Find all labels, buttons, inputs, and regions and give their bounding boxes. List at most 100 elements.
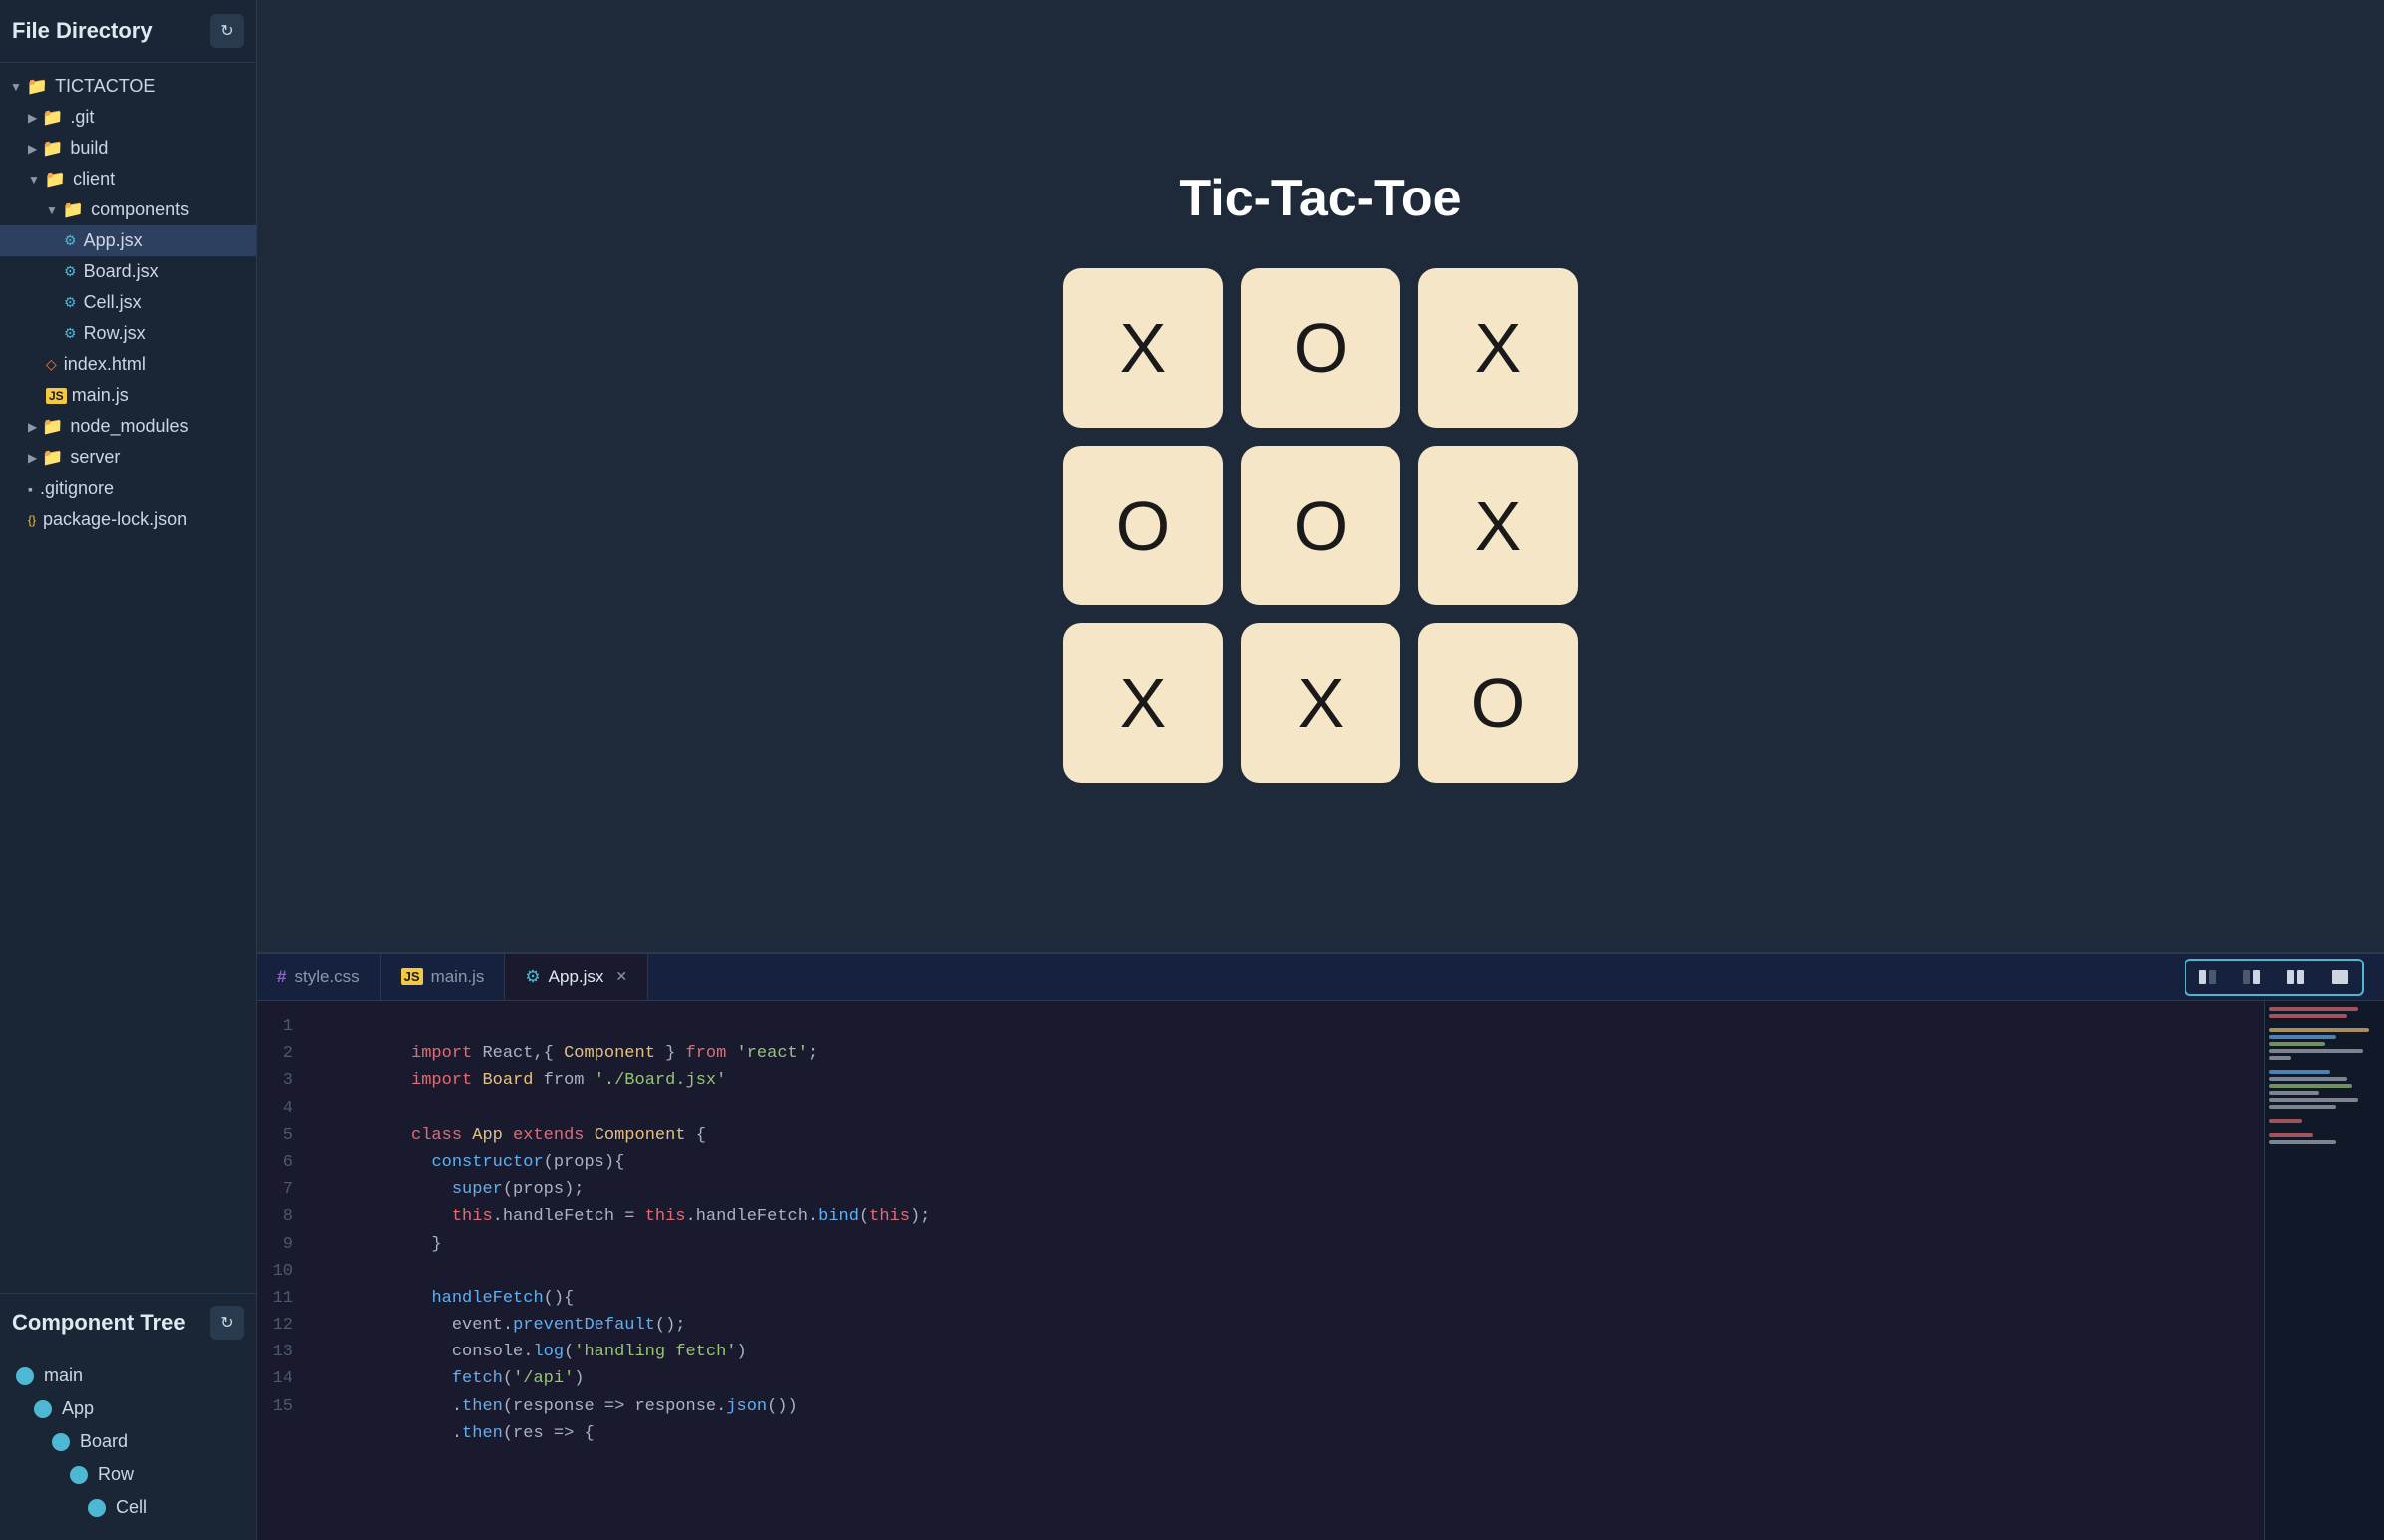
jsx-file-icon: ⚙ — [64, 294, 77, 311]
comp-label-board: Board — [80, 1431, 128, 1452]
tree-item-app-jsx[interactable]: ⚙ App.jsx — [0, 225, 256, 256]
code-content: 12345 678910 1112131415 import React,{ C… — [257, 1001, 2384, 1540]
jsx-tab-icon: ⚙ — [525, 967, 540, 987]
tree-item-node-modules[interactable]: ▶ 📁 node_modules — [0, 411, 256, 442]
tree-item-client[interactable]: ▼ 📁 client — [0, 164, 256, 194]
js-file-icon: JS — [46, 388, 67, 404]
comp-node-app[interactable]: App — [0, 1392, 256, 1425]
code-line-4: class App extends Component { — [309, 1095, 2264, 1122]
split-both-icon — [2286, 969, 2306, 985]
comp-label-main: main — [44, 1365, 83, 1386]
tree-item-git[interactable]: ▶ 📁 .git — [0, 102, 256, 133]
comp-dot-main — [16, 1367, 34, 1385]
game-cell-1-2[interactable]: X — [1418, 446, 1578, 605]
jsx-file-icon: ⚙ — [64, 325, 77, 342]
file-directory-header: File Directory ↻ — [0, 0, 256, 63]
tree-item-label: build — [70, 138, 108, 159]
tree-item-label: main.js — [72, 385, 129, 406]
tab-label-app-jsx: App.jsx — [549, 967, 604, 987]
game-cell-0-2[interactable]: X — [1418, 268, 1578, 428]
code-line-9 — [309, 1231, 2264, 1258]
folder-icon: 📁 — [42, 417, 63, 437]
chevron-icon: ▶ — [28, 142, 37, 156]
comp-label-cell: Cell — [116, 1497, 147, 1518]
code-minimap — [2264, 1001, 2384, 1540]
chevron-icon: ▶ — [28, 420, 37, 434]
component-tree-header: Component Tree ↻ — [0, 1294, 256, 1351]
tab-style-css[interactable]: # style.css — [257, 954, 381, 1000]
comp-node-cell[interactable]: Cell — [0, 1491, 256, 1524]
code-line-7: this.handleFetch = this.handleFetch.bind… — [309, 1176, 2264, 1203]
comp-node-board[interactable]: Board — [0, 1425, 256, 1458]
css-tab-icon: # — [277, 967, 286, 987]
view-split-left-button[interactable] — [2186, 961, 2230, 994]
tree-item-gitignore[interactable]: ▪ .gitignore — [0, 473, 256, 504]
game-board: X O X O O X X X O — [1063, 268, 1578, 783]
tab-label-style-css: style.css — [294, 967, 359, 987]
view-split-right-button[interactable] — [2230, 961, 2274, 994]
json-file-icon: {} — [28, 513, 36, 527]
split-right-icon — [2242, 969, 2262, 985]
code-editor-body[interactable]: import React,{ Component } from 'react';… — [309, 1001, 2264, 1540]
tree-item-label: package-lock.json — [43, 509, 187, 530]
editor-tabs: # style.css JS main.js ⚙ App.jsx ✕ — [257, 954, 2384, 1001]
component-tree: main App Board Row Cell — [0, 1351, 256, 1540]
comp-dot-board — [52, 1433, 70, 1451]
file-directory-refresh-button[interactable]: ↻ — [210, 14, 244, 48]
line-numbers: 12345 678910 1112131415 — [257, 1001, 309, 1540]
comp-node-row[interactable]: Row — [0, 1458, 256, 1491]
tree-item-cell-jsx[interactable]: ⚙ Cell.jsx — [0, 287, 256, 318]
code-line-1: import React,{ Component } from 'react'; — [309, 1013, 2264, 1040]
game-cell-0-0[interactable]: X — [1063, 268, 1223, 428]
chevron-icon: ▼ — [10, 80, 22, 94]
game-cell-2-1[interactable]: X — [1241, 623, 1400, 783]
component-tree-refresh-button[interactable]: ↻ — [210, 1306, 244, 1340]
tree-item-label: Cell.jsx — [84, 292, 142, 313]
code-line-10: handleFetch(){ — [309, 1258, 2264, 1285]
view-split-both-button[interactable] — [2274, 961, 2318, 994]
tree-item-label: index.html — [64, 354, 146, 375]
preview-area: Tic-Tac-Toe X O X O O X X X O — [257, 0, 2384, 952]
game-cell-1-1[interactable]: O — [1241, 446, 1400, 605]
tree-item-server[interactable]: ▶ 📁 server — [0, 442, 256, 473]
comp-label-app: App — [62, 1398, 94, 1419]
tabs-right — [2185, 959, 2384, 996]
tab-close-icon[interactable]: ✕ — [615, 968, 627, 985]
main-area: Tic-Tac-Toe X O X O O X X X O # style.cs… — [257, 0, 2384, 1540]
game-cell-1-0[interactable]: O — [1063, 446, 1223, 605]
tree-item-label: .gitignore — [40, 478, 114, 499]
tree-item-label: components — [91, 199, 189, 220]
single-view-icon — [2330, 969, 2350, 985]
tree-item-board-jsx[interactable]: ⚙ Board.jsx — [0, 256, 256, 287]
folder-icon: 📁 — [42, 448, 63, 468]
tab-main-js[interactable]: JS main.js — [381, 954, 506, 1000]
view-single-button[interactable] — [2318, 961, 2362, 994]
component-tree-section: Component Tree ↻ main App Board Row — [0, 1293, 256, 1540]
tree-item-build[interactable]: ▶ 📁 build — [0, 133, 256, 164]
folder-open-icon: 📁 — [27, 77, 48, 97]
tree-item-tictactoe[interactable]: ▼ 📁 TICTACTOE — [0, 71, 256, 102]
comp-node-main[interactable]: main — [0, 1359, 256, 1392]
game-cell-0-1[interactable]: O — [1241, 268, 1400, 428]
chevron-icon: ▼ — [46, 203, 58, 217]
folder-icon: 📁 — [42, 108, 63, 128]
jsx-file-icon: ⚙ — [64, 263, 77, 280]
code-line-11: event.preventDefault(); — [309, 1285, 2264, 1312]
tree-item-label: client — [73, 169, 115, 190]
comp-dot-app — [34, 1400, 52, 1418]
tree-item-index-html[interactable]: ◇ index.html — [0, 349, 256, 380]
comp-label-row: Row — [98, 1464, 134, 1485]
chevron-icon: ▶ — [28, 111, 37, 125]
folder-icon: 📁 — [42, 139, 63, 159]
game-cell-2-2[interactable]: O — [1418, 623, 1578, 783]
code-line-14: .then(response => response.json()) — [309, 1365, 2264, 1392]
tab-app-jsx[interactable]: ⚙ App.jsx ✕ — [505, 954, 648, 1000]
tree-item-label: App.jsx — [84, 230, 143, 251]
tree-item-main-js[interactable]: JS main.js — [0, 380, 256, 411]
tabs-left: # style.css JS main.js ⚙ App.jsx ✕ — [257, 954, 648, 1000]
component-tree-title: Component Tree — [12, 1310, 186, 1336]
tree-item-row-jsx[interactable]: ⚙ Row.jsx — [0, 318, 256, 349]
tree-item-package-lock[interactable]: {} package-lock.json — [0, 504, 256, 535]
tree-item-components[interactable]: ▼ 📁 components — [0, 194, 256, 225]
game-cell-2-0[interactable]: X — [1063, 623, 1223, 783]
